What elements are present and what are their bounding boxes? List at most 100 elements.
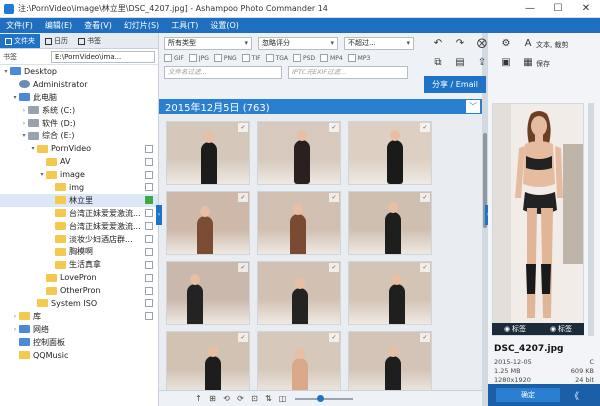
- format-checkbox[interactable]: PNG: [213, 54, 237, 62]
- expand-arrow-icon[interactable]: ▾: [11, 94, 19, 101]
- thumbnail-menu-icon[interactable]: ✓: [420, 123, 430, 132]
- expand-arrow-icon[interactable]: ▾: [2, 68, 10, 75]
- photo-thumbnail[interactable]: ✓: [257, 331, 341, 390]
- tree-item[interactable]: › 网络: [0, 323, 158, 336]
- thumbnail-menu-icon[interactable]: ✓: [329, 123, 339, 132]
- checkbox[interactable]: [241, 54, 250, 62]
- expand-arrow-icon[interactable]: ›: [20, 120, 28, 127]
- checkbox[interactable]: [188, 54, 197, 62]
- tree-item[interactable]: 胸模啊: [0, 245, 158, 258]
- date-group-header[interactable]: 2015年12月5日 (763) ﹀: [159, 99, 482, 114]
- format-checkbox[interactable]: MP3: [347, 54, 370, 62]
- expand-arrow-icon[interactable]: ▾: [38, 171, 46, 178]
- format-checkbox[interactable]: PSD: [293, 54, 315, 62]
- photo-thumbnail[interactable]: ✓: [166, 191, 250, 255]
- photo-thumbnail[interactable]: ✓: [348, 191, 432, 255]
- tree-checkbox[interactable]: [145, 312, 153, 321]
- format-checkbox[interactable]: MP4: [320, 54, 343, 62]
- delete-icon[interactable]: ⨂: [476, 38, 488, 50]
- tree-item[interactable]: 林立里: [0, 193, 158, 207]
- format-checkbox[interactable]: TIF: [241, 54, 261, 62]
- path-field[interactable]: E:\PornVideo\ima...: [51, 50, 155, 63]
- thumbnail-menu-icon[interactable]: ✓: [420, 193, 430, 202]
- menu-edit[interactable]: 编辑(E): [45, 20, 72, 31]
- thumbnail-menu-icon[interactable]: ✓: [329, 263, 339, 272]
- expand-arrow-icon[interactable]: ›: [11, 313, 19, 320]
- bookmark-dropdown[interactable]: 书签: [3, 52, 47, 62]
- text-crop-label[interactable]: 文本, 裁剪: [536, 40, 568, 50]
- checkbox[interactable]: [293, 54, 301, 62]
- tree-item[interactable]: ▾ Desktop: [0, 65, 158, 78]
- tree-item[interactable]: 台湾正妹爱爱激流...: [0, 220, 158, 233]
- collapse-icon[interactable]: ﹀: [466, 100, 480, 113]
- expand-arrow-icon[interactable]: ›: [11, 326, 19, 333]
- tree-item[interactable]: OtherPron: [0, 284, 158, 297]
- thumbnail-menu-icon[interactable]: ✓: [329, 193, 339, 202]
- thumbnail-menu-icon[interactable]: ✓: [329, 333, 339, 342]
- copy-icon[interactable]: ⧉: [432, 57, 444, 69]
- tree-item[interactable]: ▾ PornVideo: [0, 142, 158, 155]
- checkbox[interactable]: [213, 54, 222, 62]
- date-filter-select[interactable]: 不超过...: [344, 37, 414, 50]
- collapse-left-icon[interactable]: ‹: [156, 205, 162, 225]
- photo-thumbnail[interactable]: ✓: [257, 191, 341, 255]
- tree-checkbox[interactable]: [145, 260, 153, 269]
- tree-checkbox[interactable]: [145, 286, 153, 295]
- preview-tab-1[interactable]: ◉ 标签: [492, 323, 538, 335]
- view-tool-icon[interactable]: ⟳: [235, 393, 246, 404]
- checkbox[interactable]: [320, 54, 329, 62]
- view-tool-icon[interactable]: ↑: [193, 393, 204, 404]
- thumbnail-menu-icon[interactable]: ✓: [420, 333, 430, 342]
- tree-item[interactable]: 生活真拿: [0, 258, 158, 271]
- document-icon[interactable]: ▤: [454, 57, 466, 69]
- menu-view[interactable]: 查看(V): [84, 20, 112, 31]
- tree-checkbox[interactable]: [145, 157, 153, 166]
- photo-thumbnail[interactable]: ✓: [257, 261, 341, 325]
- save-label[interactable]: 保存: [536, 59, 550, 69]
- photo-thumbnail[interactable]: ✓: [348, 261, 432, 325]
- tab-calendar[interactable]: 日历: [40, 34, 73, 48]
- undo-icon[interactable]: ↶: [432, 38, 444, 50]
- maximize-button[interactable]: ☐: [544, 0, 572, 18]
- tree-checkbox[interactable]: [145, 247, 153, 256]
- format-checkbox[interactable]: TGA: [265, 54, 288, 62]
- preview-image[interactable]: [492, 103, 584, 336]
- tree-checkbox[interactable]: [145, 196, 153, 205]
- tree-checkbox[interactable]: [145, 170, 153, 179]
- tree-item[interactable]: 淡妆少妇酒店群...: [0, 233, 158, 246]
- tree-item[interactable]: › 系统 (C:): [0, 104, 158, 117]
- photo-thumbnail[interactable]: ✓: [257, 121, 341, 185]
- text-crop-icon[interactable]: A: [522, 38, 534, 50]
- thumbnail-size-slider[interactable]: [295, 394, 353, 402]
- photo-thumbnail[interactable]: ✓: [166, 121, 250, 185]
- tree-item[interactable]: 控制面板: [0, 336, 158, 349]
- checkbox[interactable]: [347, 54, 356, 62]
- tree-checkbox[interactable]: [145, 235, 153, 244]
- tree-item[interactable]: ▾ 综合 (E:): [0, 129, 158, 142]
- checkbox[interactable]: [164, 54, 172, 62]
- filename-filter-input[interactable]: 文件名过滤...: [164, 66, 282, 79]
- thumbnail-menu-icon[interactable]: ✓: [238, 263, 248, 272]
- save-icon[interactable]: ▦: [522, 57, 534, 69]
- type-filter-select[interactable]: 所有类型: [164, 37, 252, 50]
- photo-thumbnail[interactable]: ✓: [166, 261, 250, 325]
- menu-file[interactable]: 文件(F): [6, 20, 33, 31]
- menu-slideshow[interactable]: 幻灯片(S): [124, 20, 159, 31]
- tree-item[interactable]: › 软件 (D:): [0, 117, 158, 130]
- tree-item[interactable]: ▾ image: [0, 168, 158, 181]
- tree-checkbox[interactable]: [145, 209, 153, 218]
- expand-arrow-icon[interactable]: ▾: [29, 145, 37, 152]
- tree-item[interactable]: QQMusic: [0, 349, 158, 362]
- menu-settings[interactable]: 设置(O): [210, 20, 239, 31]
- tree-item[interactable]: LovePron: [0, 271, 158, 284]
- tree-checkbox[interactable]: [145, 144, 153, 153]
- checkbox[interactable]: [265, 54, 274, 62]
- minimize-button[interactable]: —: [516, 0, 544, 18]
- thumbnail-menu-icon[interactable]: ✓: [238, 333, 248, 342]
- expand-arrow-icon[interactable]: ›: [20, 107, 28, 114]
- iptc-filter-input[interactable]: IPTC元EXIF过滤...: [288, 66, 408, 79]
- view-tool-icon[interactable]: ⟲: [221, 393, 232, 404]
- tree-item[interactable]: img: [0, 181, 158, 194]
- slider-handle[interactable]: [317, 394, 324, 402]
- format-checkbox[interactable]: JPG: [188, 54, 209, 62]
